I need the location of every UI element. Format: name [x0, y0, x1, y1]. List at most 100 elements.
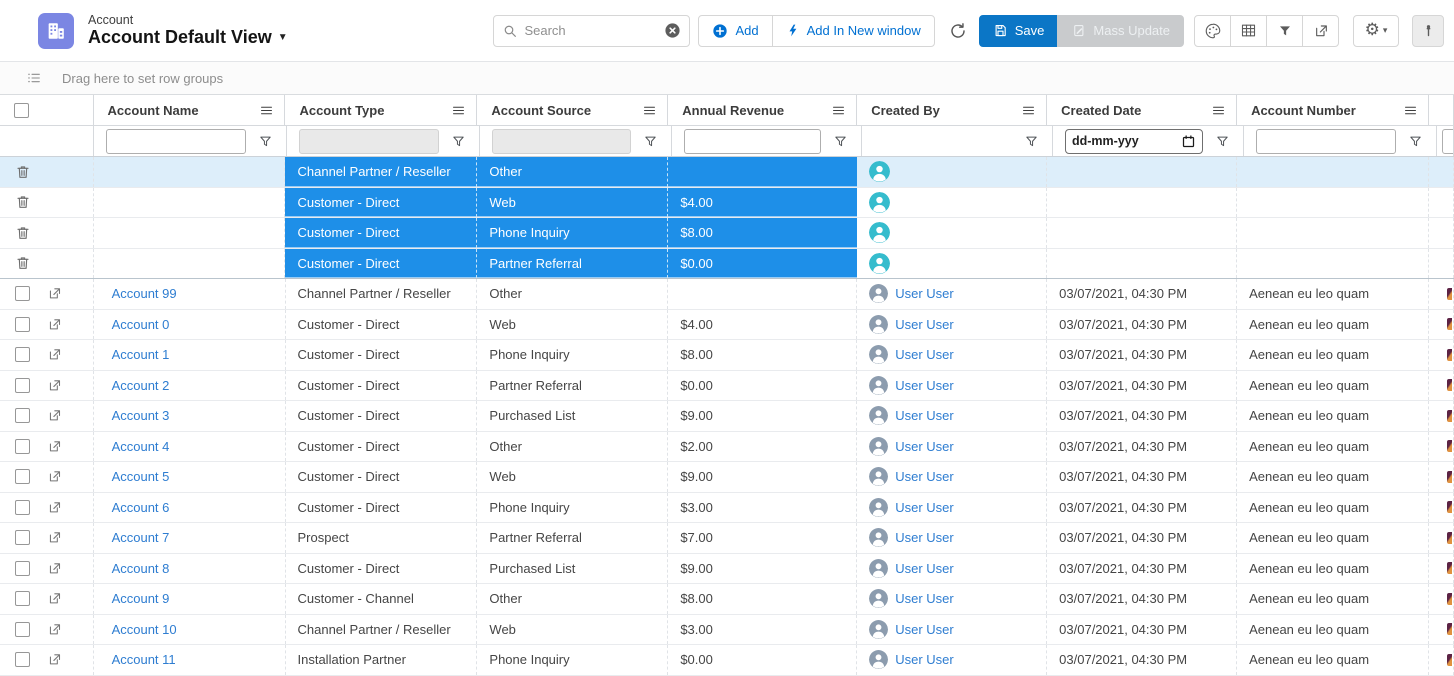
open-record-icon[interactable]	[47, 530, 62, 545]
cell-account-name[interactable]: Account 11	[94, 645, 286, 675]
delete-row-button[interactable]	[15, 164, 31, 180]
pin-button[interactable]	[1412, 15, 1444, 47]
created-by-link[interactable]: User User	[895, 408, 954, 423]
account-name-link[interactable]: Account 1	[112, 347, 170, 362]
open-record-icon[interactable]	[47, 378, 62, 393]
cell-account-number[interactable]: Aenean eu leo quam	[1237, 584, 1429, 614]
cell-account-number[interactable]: Aenean eu leo quam	[1237, 523, 1429, 553]
cell-annual-revenue[interactable]: $9.00	[668, 462, 857, 492]
cell-account-name[interactable]: Account 0	[94, 310, 286, 340]
column-menu-icon[interactable]	[1021, 103, 1036, 118]
row-checkbox[interactable]	[15, 500, 30, 515]
delete-row-button[interactable]	[15, 225, 31, 241]
created-by-link[interactable]: User User	[895, 317, 954, 332]
add-button[interactable]: Add	[698, 15, 772, 47]
cell-created-date[interactable]	[1047, 249, 1237, 279]
cell-annual-revenue[interactable]: $9.00	[668, 401, 857, 431]
column-menu-icon[interactable]	[1211, 103, 1226, 118]
created-by-link[interactable]: User User	[895, 561, 954, 576]
open-record-icon[interactable]	[47, 317, 62, 332]
created-by-link[interactable]: User User	[895, 652, 954, 667]
cell-account-name[interactable]: Account 9	[94, 584, 286, 614]
mass-update-button[interactable]: Mass Update	[1057, 15, 1184, 47]
filter-date-input-created-date[interactable]: dd-mm-yyy	[1065, 129, 1203, 154]
filter-icon[interactable]	[1209, 134, 1235, 149]
filter-icon[interactable]	[252, 134, 278, 149]
column-header-account-number[interactable]: Account Number	[1237, 95, 1429, 125]
cell-created-by[interactable]: User User	[857, 615, 1047, 645]
search-input[interactable]	[524, 23, 664, 38]
row-checkbox[interactable]	[15, 591, 30, 606]
column-header-created-by[interactable]: Created By	[857, 95, 1047, 125]
cell-account-type[interactable]: Channel Partner / Reseller	[286, 615, 478, 645]
cell-account-type[interactable]: Customer - Direct	[285, 188, 477, 218]
open-record-icon[interactable]	[47, 591, 62, 606]
cell-account-number[interactable]	[1237, 157, 1429, 187]
cell-account-source[interactable]: Web	[477, 310, 668, 340]
column-header-annual-revenue[interactable]: Annual Revenue	[668, 95, 857, 125]
row-checkbox[interactable]	[15, 652, 30, 667]
cell-created-date[interactable]: 03/07/2021, 04:30 PM	[1047, 279, 1237, 309]
column-header-account-name[interactable]: Account Name	[94, 95, 286, 125]
open-record-icon[interactable]	[47, 439, 62, 454]
column-header-account-type[interactable]: Account Type	[285, 95, 477, 125]
cell-account-type[interactable]: Customer - Direct	[286, 493, 478, 523]
account-name-link[interactable]: Account 10	[112, 622, 177, 637]
cell-account-type[interactable]: Customer - Direct	[286, 432, 478, 462]
row-checkbox[interactable]	[15, 469, 30, 484]
delete-row-button[interactable]	[15, 194, 31, 210]
cell-created-by[interactable]: User User	[857, 279, 1047, 309]
columns-table-button[interactable]	[1230, 15, 1267, 47]
cell-annual-revenue[interactable]: $4.00	[668, 310, 857, 340]
cell-account-number[interactable]: Aenean eu leo quam	[1237, 401, 1429, 431]
open-record-icon[interactable]	[47, 622, 62, 637]
open-record-icon[interactable]	[47, 347, 62, 362]
cell-account-type[interactable]: Customer - Channel	[286, 584, 478, 614]
cell-account-type[interactable]: Prospect	[286, 523, 478, 553]
cell-account-source[interactable]: Other	[477, 432, 668, 462]
filter-icon[interactable]	[827, 134, 853, 149]
cell-created-date[interactable]: 03/07/2021, 04:30 PM	[1047, 523, 1237, 553]
created-by-link[interactable]: User User	[895, 439, 954, 454]
cell-annual-revenue[interactable]: $0.00	[668, 371, 857, 401]
cell-created-date[interactable]	[1047, 157, 1237, 187]
created-by-link[interactable]: User User	[895, 591, 954, 606]
cell-account-name[interactable]: Account 7	[94, 523, 286, 553]
filter-input-account-number[interactable]	[1256, 129, 1396, 154]
row-checkbox[interactable]	[15, 561, 30, 576]
open-record-icon[interactable]	[47, 500, 62, 515]
view-selector[interactable]: Account Default View ▼	[88, 27, 288, 48]
cell-created-by[interactable]: User User	[857, 401, 1047, 431]
cell-account-number[interactable]	[1237, 218, 1429, 248]
created-by-link[interactable]: User User	[895, 622, 954, 637]
cell-annual-revenue[interactable]: $3.00	[668, 493, 857, 523]
account-name-link[interactable]: Account 9	[112, 591, 170, 606]
cell-account-type[interactable]: Customer - Direct	[286, 371, 478, 401]
cell-account-type[interactable]: Channel Partner / Reseller	[286, 279, 478, 309]
cell-account-name[interactable]: Account 1	[94, 340, 286, 370]
cell-created-date[interactable]: 03/07/2021, 04:30 PM	[1047, 462, 1237, 492]
account-name-link[interactable]: Account 11	[112, 652, 176, 667]
row-checkbox[interactable]	[15, 286, 30, 301]
account-name-link[interactable]: Account 99	[112, 286, 177, 301]
created-by-link[interactable]: User User	[895, 347, 954, 362]
cell-account-number[interactable]: Aenean eu leo quam	[1237, 371, 1429, 401]
column-menu-icon[interactable]	[1403, 103, 1418, 118]
cell-annual-revenue[interactable]: $8.00	[668, 584, 857, 614]
cell-account-number[interactable]: Aenean eu leo quam	[1237, 645, 1429, 675]
cell-created-date[interactable]: 03/07/2021, 04:30 PM	[1047, 554, 1237, 584]
cell-annual-revenue[interactable]	[668, 279, 857, 309]
cell-created-by[interactable]	[857, 249, 1047, 279]
account-name-link[interactable]: Account 0	[112, 317, 170, 332]
cell-account-name[interactable]: Account 2	[94, 371, 286, 401]
cell-created-date[interactable]: 03/07/2021, 04:30 PM	[1047, 615, 1237, 645]
cell-created-by[interactable]	[857, 157, 1047, 187]
cell-annual-revenue[interactable]: $8.00	[668, 340, 857, 370]
cell-created-date[interactable]: 03/07/2021, 04:30 PM	[1047, 432, 1237, 462]
cell-account-source[interactable]: Other	[477, 157, 668, 187]
cell-account-number[interactable]: Aenean eu leo quam	[1237, 279, 1429, 309]
open-record-icon[interactable]	[47, 469, 62, 484]
cell-account-name[interactable]	[94, 157, 286, 187]
cell-account-type[interactable]: Customer - Direct	[286, 401, 478, 431]
cell-created-by[interactable]: User User	[857, 310, 1047, 340]
